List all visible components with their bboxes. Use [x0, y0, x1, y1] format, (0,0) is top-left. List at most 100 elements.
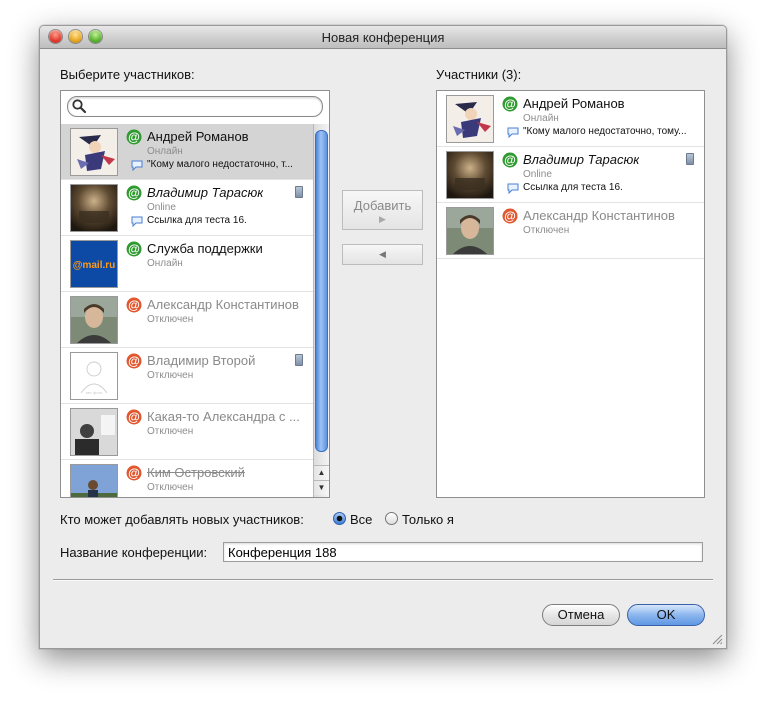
speech-bubble-icon: [507, 183, 519, 194]
resize-grip-icon[interactable]: [712, 634, 723, 645]
svg-text:@: @: [128, 130, 140, 144]
contact-status: Online: [147, 202, 176, 213]
avatar: [70, 296, 118, 344]
radio-only-me[interactable]: [385, 512, 398, 525]
svg-text:@mail.ru: @mail.ru: [73, 260, 116, 271]
mobile-phone-icon: [295, 354, 303, 366]
avatar: [70, 184, 118, 232]
contact-name: Александр Константинов: [147, 297, 299, 312]
svg-text:нет фото: нет фото: [86, 390, 103, 395]
contact-row[interactable]: @ Андрей Романов Онлайн "Кому малого недост…: [61, 124, 313, 180]
offline-status-icon: @: [126, 409, 142, 425]
svg-text:@: @: [128, 410, 140, 424]
contact-list-scrollbar[interactable]: ▲ ▼: [313, 124, 329, 497]
contact-name: Андрей Романов: [523, 96, 625, 111]
svg-text:@: @: [128, 242, 140, 256]
contact-row[interactable]: @mail.ru @ Служба поддержки Онлайн: [61, 236, 313, 292]
svg-text:@: @: [128, 298, 140, 312]
participants-count-label: Участники (3):: [436, 67, 522, 82]
svg-text:@: @: [128, 186, 140, 200]
contact-status: Online: [523, 169, 552, 180]
contact-name: Ким Островский: [147, 465, 245, 480]
ok-button[interactable]: OK: [627, 604, 705, 626]
contact-status: Отключен: [147, 482, 194, 493]
online-status-icon: @: [126, 241, 142, 257]
select-participants-label: Выберите участников:: [60, 67, 195, 82]
separator: [53, 579, 713, 581]
online-status-icon: @: [126, 129, 142, 145]
avatar: @mail.ru: [70, 240, 118, 288]
contact-status: Отключен: [147, 370, 194, 381]
contact-row[interactable]: @ Какая-то Александра с ... Отключен: [61, 404, 313, 460]
mobile-phone-icon: [295, 186, 303, 198]
window-title: Новая конференция: [321, 30, 445, 45]
online-status-icon: @: [502, 152, 518, 168]
avatar: [446, 95, 494, 143]
status-message: "Кому малого недостаточно, тому...: [523, 126, 687, 137]
contact-name: Служба поддержки: [147, 241, 263, 256]
contact-row[interactable]: нет фото @ Владимир Второй Отключен: [61, 348, 313, 404]
cancel-button[interactable]: Отмена: [542, 604, 620, 626]
scroll-thumb[interactable]: [315, 130, 328, 452]
title-bar[interactable]: Новая конференция: [40, 26, 726, 49]
mobile-phone-icon: [686, 153, 694, 165]
radio-all[interactable]: [333, 512, 346, 525]
offline-status-icon: @: [126, 353, 142, 369]
contact-status: Онлайн: [147, 258, 183, 269]
svg-text:@: @: [128, 466, 140, 480]
svg-text:@: @: [128, 354, 140, 368]
contact-status: Отключен: [147, 426, 194, 437]
conference-name-label: Название конференции:: [60, 545, 208, 560]
contact-status: Отключен: [147, 314, 194, 325]
online-status-icon: @: [126, 185, 142, 201]
contacts-list-panel: @ Андрей Романов Онлайн "Кому малого недост…: [60, 90, 330, 498]
participant-list: @ Андрей Романов Онлайн "Кому малого недост…: [437, 91, 704, 259]
contact-name: Владимир Тарасюк: [147, 185, 264, 200]
participant-row[interactable]: @ Владимир Тарасюк Online Ссылка для теста …: [437, 147, 704, 203]
add-button-label: Добавить: [353, 198, 412, 213]
offline-status-icon: @: [502, 208, 518, 224]
participant-row[interactable]: @ Андрей Романов Онлайн "Кому малого недост…: [437, 91, 704, 147]
avatar: [446, 207, 494, 255]
speech-bubble-icon: [131, 160, 143, 171]
search-icon: [72, 99, 87, 114]
offline-status-icon: @: [126, 297, 142, 313]
who-can-add-label: Кто может добавлять новых участников:: [60, 512, 304, 527]
contact-status: Отключен: [523, 225, 570, 236]
scroll-down-arrow-icon[interactable]: ▼: [314, 480, 329, 495]
avatar: [446, 151, 494, 199]
add-participant-button[interactable]: Добавить ▶: [342, 190, 423, 230]
arrow-left-icon: ◀: [379, 249, 386, 259]
remove-participant-button[interactable]: ◀: [342, 244, 423, 265]
contact-list: @ Андрей Романов Онлайн "Кому малого недост…: [61, 124, 313, 497]
participant-row[interactable]: @ Александр Константинов Отключен: [437, 203, 704, 259]
svg-text:@: @: [504, 153, 516, 167]
search-field[interactable]: [67, 96, 323, 117]
svg-text:@: @: [504, 209, 516, 223]
avatar: [70, 464, 118, 497]
contact-status: Онлайн: [523, 113, 559, 124]
conference-name-input[interactable]: [223, 542, 703, 562]
status-message: Ссылка для теста 16.: [147, 215, 247, 226]
avatar: нет фото: [70, 352, 118, 400]
contact-status: Онлайн: [147, 146, 183, 157]
participants-list-panel: @ Андрей Романов Онлайн "Кому малого недост…: [436, 90, 705, 498]
status-message: Ссылка для теста 16.: [523, 182, 623, 193]
contact-name: Владимир Тарасюк: [523, 152, 640, 167]
search-input[interactable]: [90, 98, 315, 114]
contact-row[interactable]: @ Александр Константинов Отключен: [61, 292, 313, 348]
conference-dialog: Новая конференция Выберите участников: У…: [39, 25, 727, 649]
contact-name: Владимир Второй: [147, 353, 256, 368]
avatar: [70, 128, 118, 176]
offline-status-icon: @: [126, 465, 142, 481]
contact-name: Александр Константинов: [523, 208, 675, 223]
svg-text:@: @: [504, 97, 516, 111]
scroll-up-arrow-icon[interactable]: ▲: [314, 465, 329, 480]
contact-row[interactable]: @ Ким Островский Отключен: [61, 460, 313, 497]
speech-bubble-icon: [507, 127, 519, 138]
contact-row[interactable]: @ Владимир Тарасюк Online Ссылка для теста …: [61, 180, 313, 236]
radio-only-me-label[interactable]: Только я: [402, 512, 454, 527]
speech-bubble-icon: [131, 216, 143, 227]
radio-all-label[interactable]: Все: [350, 512, 372, 527]
status-message: "Кому малого недостаточно, т...: [147, 159, 293, 170]
